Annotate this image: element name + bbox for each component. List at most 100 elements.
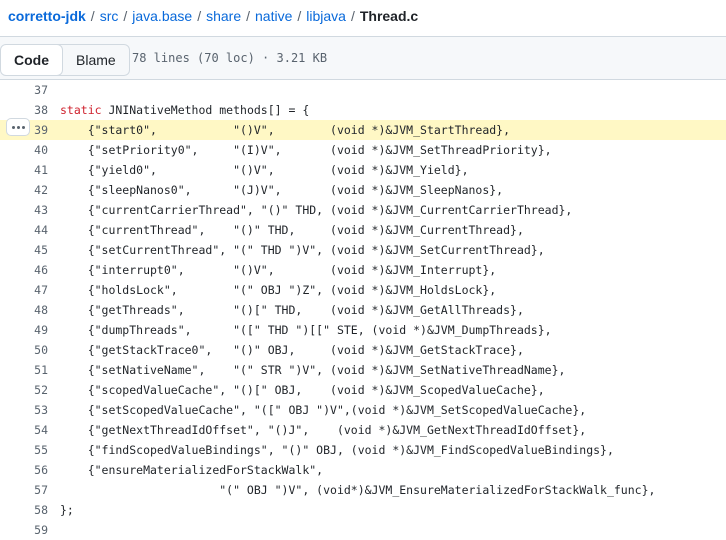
- line-number[interactable]: 47: [0, 280, 48, 300]
- code-line: 43 {"currentCarrierThread", "()" THD, (v…: [0, 200, 726, 220]
- breadcrumb-separator: /: [90, 8, 95, 24]
- breadcrumb-separator: /: [297, 8, 302, 24]
- line-number[interactable]: 52: [0, 380, 48, 400]
- breadcrumb-repo-link[interactable]: corretto-jdk: [8, 8, 86, 24]
- line-code: {"setScopedValueCache", "([" OBJ ")V",(v…: [60, 400, 587, 420]
- line-number[interactable]: 51: [0, 360, 48, 380]
- line-number[interactable]: 56: [0, 460, 48, 480]
- line-code: {"currentCarrierThread", "()" THD, (void…: [60, 200, 573, 220]
- breadcrumb-separator: /: [197, 8, 202, 24]
- code-line: 54 {"getNextThreadIdOffset", "()J", (voi…: [0, 420, 726, 440]
- code-line: 37: [0, 80, 726, 100]
- line-code: {"getNextThreadIdOffset", "()J", (void *…: [60, 420, 587, 440]
- line-number[interactable]: 45: [0, 240, 48, 260]
- code-text: {"holdsLock", "(" OBJ ")Z", (void *)&JVM…: [60, 283, 497, 297]
- breadcrumb-separator: /: [123, 8, 128, 24]
- line-number[interactable]: 50: [0, 340, 48, 360]
- breadcrumb-link-native[interactable]: native: [255, 8, 292, 24]
- code-line: 52 {"scopedValueCache", "()[" OBJ, (void…: [0, 380, 726, 400]
- blame-button[interactable]: Blame: [63, 45, 129, 75]
- line-number[interactable]: 57: [0, 480, 48, 500]
- line-number[interactable]: 58: [0, 500, 48, 520]
- code-text: {"interrupt0", "()V", (void *)&JVM_Inter…: [60, 263, 497, 277]
- line-code: {"dumpThreads", "([" THD ")[[" STE, (voi…: [60, 320, 552, 340]
- line-code: };: [60, 500, 74, 520]
- line-code: {"getThreads", "()[" THD, (void *)&JVM_G…: [60, 300, 524, 320]
- keyword-token: static: [60, 103, 102, 117]
- file-toolbar: Code Blame 78 lines (70 loc) · 3.21 KB: [0, 36, 726, 80]
- code-line: 38 static JNINativeMethod methods[] = {: [0, 100, 726, 120]
- code-line: 50 {"getStackTrace0", "()" OBJ, (void *)…: [0, 340, 726, 360]
- line-code: {"setCurrentThread", "(" THD ")V", (void…: [60, 240, 545, 260]
- line-code: {"ensureMaterializedForStackWalk",: [60, 460, 323, 480]
- code-line: 39 {"start0", "()V", (void *)&JVM_StartT…: [0, 118, 726, 140]
- line-code: "(" OBJ ")V", (void*)&JVM_EnsureMaterial…: [60, 480, 655, 500]
- code-text: {"findScopedValueBindings", "()" OBJ, (v…: [60, 443, 614, 457]
- line-code: {"yield0", "()V", (void *)&JVM_Yield},: [60, 160, 469, 180]
- line-number[interactable]: 49: [0, 320, 48, 340]
- code-text: JNINativeMethod methods[] = {: [101, 103, 310, 117]
- line-number[interactable]: 44: [0, 220, 48, 240]
- line-code: static JNINativeMethod methods[] = {: [60, 100, 309, 120]
- line-number[interactable]: 39: [0, 120, 48, 140]
- line-number[interactable]: 46: [0, 260, 48, 280]
- code-line: 58};: [0, 500, 726, 520]
- line-code: {"setPriority0", "(I)V", (void *)&JVM_Se…: [60, 140, 552, 160]
- code-text: {"setScopedValueCache", "([" OBJ ")V",(v…: [60, 403, 587, 417]
- code-line: 51 {"setNativeName", "(" STR ")V", (void…: [0, 360, 726, 380]
- view-toggle: Code Blame: [0, 44, 130, 76]
- line-number[interactable]: 41: [0, 160, 48, 180]
- code-text: };: [60, 503, 74, 517]
- code-text: {"ensureMaterializedForStackWalk",: [60, 463, 324, 477]
- line-code: {"start0", "()V", (void *)&JVM_StartThre…: [60, 120, 510, 140]
- line-number[interactable]: 37: [0, 80, 48, 100]
- code-line: 44 {"currentThread", "()" THD, (void *)&…: [0, 220, 726, 240]
- code-line: 56 {"ensureMaterializedForStackWalk",: [0, 460, 726, 480]
- code-text: "(" OBJ ")V", (void*)&JVM_EnsureMaterial…: [60, 483, 656, 497]
- line-number[interactable]: 53: [0, 400, 48, 420]
- code-text: {"getThreads", "()[" THD, (void *)&JVM_G…: [60, 303, 524, 317]
- line-number[interactable]: 38: [0, 100, 48, 120]
- line-code: {"sleepNanos0", "(J)V", (void *)&JVM_Sle…: [60, 180, 503, 200]
- line-number[interactable]: 48: [0, 300, 48, 320]
- breadcrumb-current-file: Thread.c: [359, 8, 419, 24]
- breadcrumb-link-share[interactable]: share: [206, 8, 241, 24]
- line-code: {"holdsLock", "(" OBJ ")Z", (void *)&JVM…: [60, 280, 497, 300]
- line-code: {"getStackTrace0", "()" OBJ, (void *)&JV…: [60, 340, 524, 360]
- code-line: 49 {"dumpThreads", "([" THD ")[[" STE, (…: [0, 320, 726, 340]
- code-button[interactable]: Code: [0, 45, 63, 75]
- line-number[interactable]: 40: [0, 140, 48, 160]
- breadcrumb-link-src[interactable]: src: [100, 8, 119, 24]
- breadcrumb-separator: /: [246, 8, 250, 24]
- code-text: {"currentCarrierThread", "()" THD, (void…: [60, 203, 573, 217]
- line-number[interactable]: 55: [0, 440, 48, 460]
- line-code: {"scopedValueCache", "()[" OBJ, (void *)…: [60, 380, 545, 400]
- code-line: 59: [0, 520, 726, 540]
- code-text: {"dumpThreads", "([" THD ")[[" STE, (voi…: [60, 323, 552, 337]
- line-number[interactable]: 42: [0, 180, 48, 200]
- code-text: {"getStackTrace0", "()" OBJ, (void *)&JV…: [60, 343, 524, 357]
- code-line: 45 {"setCurrentThread", "(" THD ")V", (v…: [0, 240, 726, 260]
- code-text: {"currentThread", "()" THD, (void *)&JVM…: [60, 223, 524, 237]
- code-line: 42 {"sleepNanos0", "(J)V", (void *)&JVM_…: [0, 180, 726, 200]
- line-code: {"findScopedValueBindings", "()" OBJ, (v…: [60, 440, 614, 460]
- line-number[interactable]: 54: [0, 420, 48, 440]
- line-number[interactable]: 43: [0, 200, 48, 220]
- code-line: 57 "(" OBJ ")V", (void*)&JVM_EnsureMater…: [0, 480, 726, 500]
- code-line: 47 {"holdsLock", "(" OBJ ")Z", (void *)&…: [0, 280, 726, 300]
- code-line: 55 {"findScopedValueBindings", "()" OBJ,…: [0, 440, 726, 460]
- file-info: 78 lines (70 loc) · 3.21 KB: [132, 51, 328, 65]
- code-text: {"setPriority0", "(I)V", (void *)&JVM_Se…: [60, 143, 552, 157]
- breadcrumb-link-java-base[interactable]: java.base: [132, 8, 192, 24]
- code-text: {"yield0", "()V", (void *)&JVM_Yield},: [60, 163, 469, 177]
- breadcrumb-link-libjava[interactable]: libjava: [306, 8, 346, 24]
- line-number[interactable]: 59: [0, 520, 48, 540]
- code-line: 40 {"setPriority0", "(I)V", (void *)&JVM…: [0, 140, 726, 160]
- code-text: {"scopedValueCache", "()[" OBJ, (void *)…: [60, 383, 545, 397]
- code-text: {"getNextThreadIdOffset", "()J", (void *…: [60, 423, 587, 437]
- code-line: 48 {"getThreads", "()[" THD, (void *)&JV…: [0, 300, 726, 320]
- line-code: {"setNativeName", "(" STR ")V", (void *)…: [60, 360, 566, 380]
- code-line: 53 {"setScopedValueCache", "([" OBJ ")V"…: [0, 400, 726, 420]
- breadcrumb-separator: /: [350, 8, 355, 24]
- code-text: {"setNativeName", "(" STR ")V", (void *)…: [60, 363, 566, 377]
